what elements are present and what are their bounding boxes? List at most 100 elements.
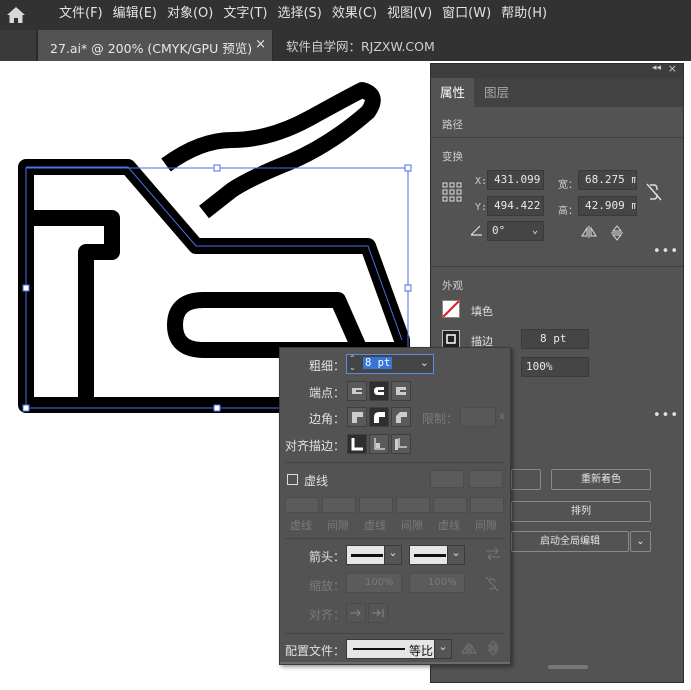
weight-field[interactable]: ⌃ ⌄ 8 pt ⌄ xyxy=(346,354,434,374)
chevron-down-icon[interactable]: ⌄ xyxy=(447,545,465,565)
tab-document-active[interactable]: 27.ai* @ 200% (CMYK/GPU 预览) × xyxy=(37,30,273,61)
menu-object[interactable]: 对象(O) xyxy=(162,0,218,30)
appearance-more-icon[interactable]: ••• xyxy=(653,408,679,423)
global-edit-button[interactable]: 启动全局编辑 xyxy=(511,531,629,552)
dash-field-3 xyxy=(433,497,467,513)
align-center-icon xyxy=(351,438,363,451)
tab-close-icon[interactable]: × xyxy=(255,37,266,52)
menu-select[interactable]: 选择(S) xyxy=(272,0,326,30)
tab-overflow[interactable] xyxy=(0,30,37,61)
arrange-button[interactable]: 排列 xyxy=(511,501,651,522)
flip-horizontal-icon[interactable] xyxy=(581,225,597,239)
chevron-down-icon[interactable]: ⌄ xyxy=(420,356,429,369)
menu-help[interactable]: 帮助(H) xyxy=(496,0,552,30)
dashed-label: 虚线 xyxy=(304,474,329,488)
constrain-proportions-icon[interactable] xyxy=(645,182,663,202)
end-scale-value: 100% xyxy=(428,577,457,588)
selection-handle xyxy=(22,404,30,412)
menu-effect[interactable]: 效果(C) xyxy=(327,0,382,30)
w-label: 宽： xyxy=(558,180,578,191)
align-center-button[interactable] xyxy=(347,434,367,454)
panel-tabs: 属性 图层 xyxy=(431,78,683,107)
artwork-loop xyxy=(167,292,410,358)
rotate-angle-icon xyxy=(470,225,482,236)
reference-point-icon[interactable] xyxy=(442,182,462,202)
recolor-button[interactable]: 重新着色 xyxy=(551,469,651,490)
flip-vertical-icon[interactable] xyxy=(610,225,624,241)
opacity-value: 100% xyxy=(526,360,553,373)
menu-type[interactable]: 文字(T) xyxy=(218,0,272,30)
chevron-down-icon[interactable]: ⌄ xyxy=(532,222,538,240)
rotate-field[interactable]: 0° ⌄ xyxy=(487,221,544,241)
h-label: 高： xyxy=(558,206,578,217)
section-appearance: 外观 xyxy=(442,280,463,292)
tab-document-second[interactable]: 软件自学网：RJZXW.COM xyxy=(286,36,435,55)
stroke-swatch-icon[interactable] xyxy=(442,330,460,348)
flip-profile-horizontal-icon xyxy=(461,643,477,655)
panel-titlebar[interactable]: ◂◂ × xyxy=(431,62,683,78)
dash-field-2 xyxy=(359,497,393,513)
align-inside-icon xyxy=(374,438,385,450)
align-inside-button[interactable] xyxy=(369,434,389,454)
panel-close-icon[interactable]: × xyxy=(668,62,677,75)
limit-field xyxy=(460,407,496,427)
global-edit-dropdown[interactable]: ⌄ xyxy=(630,531,651,552)
butt-cap-button[interactable] xyxy=(347,381,367,401)
height-field[interactable]: 42.909 m xyxy=(578,196,637,216)
home-icon[interactable] xyxy=(6,6,26,24)
weight-stepper-icon[interactable]: ⌃ ⌄ xyxy=(349,354,356,372)
miter-join-button[interactable] xyxy=(347,407,367,427)
arrowhead-line xyxy=(351,554,383,557)
opacity-field[interactable]: 100% xyxy=(521,357,589,377)
limit-label: 限制： xyxy=(422,412,459,426)
round-cap-button[interactable] xyxy=(369,381,389,401)
scale-label: 缩放： xyxy=(309,579,346,593)
selection-handle xyxy=(404,164,412,172)
weight-value[interactable]: 8 pt xyxy=(363,357,393,369)
projecting-cap-button[interactable] xyxy=(391,381,411,401)
y-label: Y: xyxy=(475,202,488,213)
projecting-cap-icon xyxy=(396,387,406,395)
selection-handle xyxy=(213,404,221,412)
dash-preserve-button xyxy=(430,470,464,488)
align-outside-button[interactable] xyxy=(391,434,411,454)
chevron-down-icon[interactable]: ⌄ xyxy=(384,545,402,565)
menu-file[interactable]: 文件(F) xyxy=(54,0,108,30)
fill-none-swatch-icon[interactable] xyxy=(442,300,460,318)
round-cap-icon xyxy=(374,387,384,395)
panel-resize-grip[interactable] xyxy=(548,665,588,669)
round-join-button[interactable] xyxy=(369,407,389,427)
menu-window[interactable]: 窗口(W) xyxy=(437,0,496,30)
artwork-swoosh xyxy=(161,82,381,219)
transform-more-icon[interactable]: ••• xyxy=(653,244,679,259)
arrow-align-extend-button xyxy=(346,603,366,623)
menu-items: 文件(F) 编辑(E) 对象(O) 文字(T) 选择(S) 效果(C) 视图(V… xyxy=(54,0,552,30)
section-transform: 变换 xyxy=(442,151,463,163)
rotate-value: 0° xyxy=(492,224,506,237)
cap-label: 端点： xyxy=(309,386,346,400)
x-field[interactable]: 431.099 xyxy=(487,170,544,190)
quick-action-button[interactable] xyxy=(511,469,541,490)
menu-view[interactable]: 视图(V) xyxy=(382,0,437,30)
divider xyxy=(285,538,505,539)
tab-properties[interactable]: 属性 xyxy=(431,78,475,107)
chevron-down-icon[interactable]: ⌄ xyxy=(434,639,452,659)
corner-label: 边角： xyxy=(309,412,346,426)
menu-edit[interactable]: 编辑(E) xyxy=(108,0,162,30)
x-label: X: xyxy=(475,176,488,187)
tab-layers[interactable]: 图层 xyxy=(475,78,518,107)
dash-label-3: 虚线 xyxy=(438,519,460,532)
arrow-align-place-icon xyxy=(372,609,384,617)
y-field[interactable]: 494.422 xyxy=(487,196,544,216)
width-field[interactable]: 68.275 m xyxy=(578,170,637,190)
stroke-options-popup: 粗细： ⌃ ⌄ 8 pt ⌄ 端点： 边角： 限制： x 对齐描边： 虚线 虚线 … xyxy=(279,347,511,665)
section-path: 路径 xyxy=(442,119,463,131)
stroke-weight-field[interactable]: 8 pt xyxy=(521,329,589,349)
dashed-checkbox[interactable] xyxy=(287,474,298,485)
bevel-join-button[interactable] xyxy=(391,407,411,427)
collapse-icon[interactable]: ◂◂ xyxy=(652,63,661,73)
arrowhead-label: 箭头： xyxy=(309,550,346,564)
swap-arrows-icon xyxy=(486,547,500,561)
arrow-align-place-button xyxy=(368,603,388,623)
arrowhead-line xyxy=(414,554,446,557)
